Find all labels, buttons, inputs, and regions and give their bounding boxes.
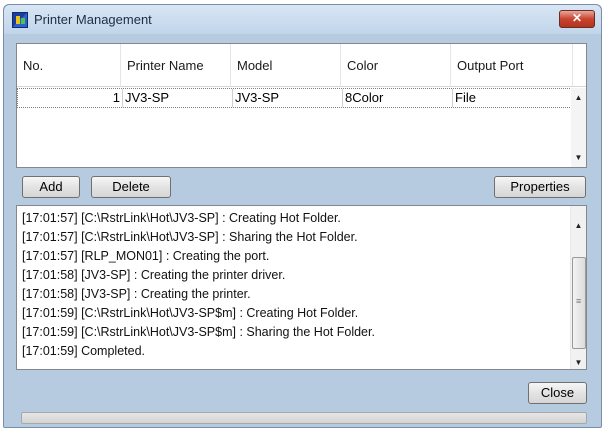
progress-bar bbox=[21, 412, 587, 424]
add-button[interactable]: Add bbox=[22, 176, 80, 198]
log-line: [17:01:57] [C:\RstrLink\Hot\JV3-SP] : Cr… bbox=[22, 211, 341, 225]
printer-row[interactable]: 1 JV3-SP JV3-SP 8Color File bbox=[17, 88, 572, 108]
log-scroll-thumb[interactable]: ≡ bbox=[572, 257, 586, 349]
window-close-button[interactable]: ✕ bbox=[559, 10, 595, 28]
cell-printer-name: JV3-SP bbox=[122, 89, 232, 107]
cell-model: JV3-SP bbox=[232, 89, 342, 107]
app-icon bbox=[12, 12, 28, 28]
properties-button[interactable]: Properties bbox=[494, 176, 586, 198]
delete-button[interactable]: Delete bbox=[91, 176, 171, 198]
window-title: Printer Management bbox=[34, 12, 152, 27]
column-header-printer-name[interactable]: Printer Name bbox=[121, 44, 231, 87]
log-scrollbar[interactable]: ▲ ≡ ▼ bbox=[570, 206, 586, 369]
printer-list[interactable]: No. Printer Name Model Color Output Port… bbox=[16, 43, 587, 168]
printer-list-scrollbar[interactable]: ▲ ▼ bbox=[571, 88, 586, 167]
log-line: [17:01:57] [C:\RstrLink\Hot\JV3-SP] : Sh… bbox=[22, 230, 358, 244]
log-scroll-up-icon[interactable]: ▲ bbox=[571, 218, 586, 233]
log-line: [17:01:59] [C:\RstrLink\Hot\JV3-SP$m] : … bbox=[22, 306, 359, 320]
close-button[interactable]: Close bbox=[528, 382, 587, 404]
column-header-model[interactable]: Model bbox=[231, 44, 341, 87]
scroll-up-icon[interactable]: ▲ bbox=[571, 90, 586, 105]
cell-no: 1 bbox=[112, 90, 120, 105]
log-lines: [17:01:57] [C:\RstrLink\Hot\JV3-SP] : Cr… bbox=[22, 209, 568, 361]
log-line: [17:01:59] [C:\RstrLink\Hot\JV3-SP$m] : … bbox=[22, 325, 375, 339]
log-line: [17:01:58] [JV3-SP] : Creating the print… bbox=[22, 268, 286, 282]
scroll-down-icon[interactable]: ▼ bbox=[571, 150, 586, 165]
log-scroll-down-icon[interactable]: ▼ bbox=[571, 355, 586, 370]
title-bar[interactable]: Printer Management ✕ bbox=[4, 5, 601, 34]
log-panel[interactable]: [17:01:57] [C:\RstrLink\Hot\JV3-SP] : Cr… bbox=[16, 205, 587, 370]
printer-list-header: No. Printer Name Model Color Output Port bbox=[17, 44, 586, 87]
column-header-no[interactable]: No. bbox=[17, 44, 121, 87]
column-header-output-port[interactable]: Output Port bbox=[451, 44, 573, 87]
cell-output-port: File bbox=[452, 89, 571, 107]
grip-icon: ≡ bbox=[576, 296, 582, 306]
cell-color: 8Color bbox=[342, 89, 452, 107]
log-line: [17:01:59] Completed. bbox=[22, 344, 145, 358]
log-line: [17:01:58] [JV3-SP] : Creating the print… bbox=[22, 287, 251, 301]
log-line: [17:01:57] [RLP_MON01] : Creating the po… bbox=[22, 249, 270, 263]
column-header-color[interactable]: Color bbox=[341, 44, 451, 87]
